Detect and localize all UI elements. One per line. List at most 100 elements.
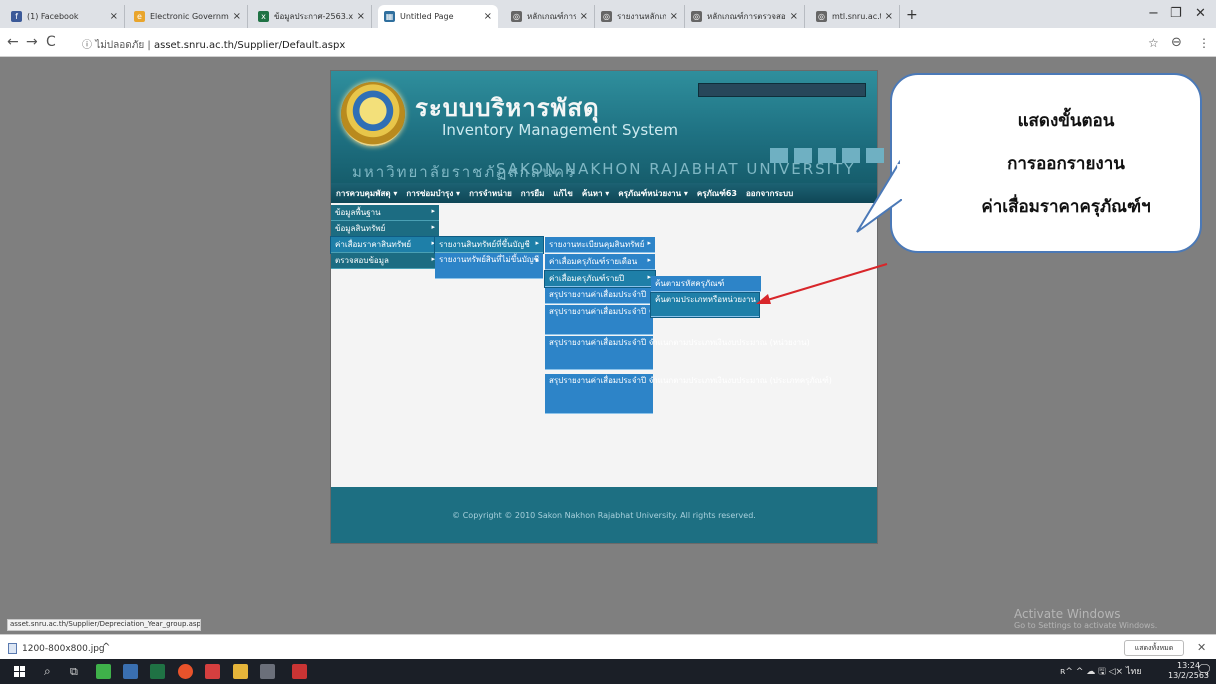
menu-item[interactable]: การจำหน่าย	[469, 187, 512, 200]
close-download-bar-button[interactable]: ✕	[1197, 641, 1206, 654]
menu-item[interactable]: การซ่อมบำรุง ▾	[406, 187, 460, 200]
browser-tab[interactable]: x ข้อมูลประกาศ-2563.xlsx ×	[252, 5, 372, 28]
pdf-reader-icon[interactable]	[205, 664, 220, 679]
menu-item-label: ค่าเสื่อมราคาสินทรัพย์	[335, 240, 412, 249]
url-field[interactable]: ⓘ ไม่ปลอดภัย | asset.snru.ac.th/Supplier…	[82, 36, 345, 53]
tab-favicon-icon: e	[134, 11, 145, 22]
tab-title: หลักเกณฑ์การตรวจสอบ	[527, 12, 576, 21]
tab-title: mtl.snru.ac.th/mainpage	[832, 12, 881, 21]
university-logo	[341, 82, 405, 146]
header-square	[794, 148, 812, 163]
window-close-button[interactable]: ✕	[1195, 6, 1206, 21]
tab-close-icon[interactable]: ×	[484, 11, 492, 22]
header-square	[770, 148, 788, 163]
calculator-icon[interactable]	[260, 664, 275, 679]
main-menu-bar: การควบคุมพัสดุ ▾ การซ่อมบำรุง ▾ การจำหน่าย…	[331, 183, 877, 203]
tab-title: หลักเกณฑ์การตรวจสอบ	[707, 12, 786, 21]
menu-item[interactable]: การยืม	[521, 187, 545, 200]
tab-favicon-icon: ▦	[384, 11, 395, 22]
tab-favicon-icon: ◎	[511, 11, 522, 22]
watermark-subtitle: Go to Settings to activate Windows.	[1014, 621, 1158, 630]
status-url: asset.snru.ac.th/Supplier/Depreciation_Y…	[7, 619, 201, 631]
system-tray[interactable]: ʀ^ ^ ☁ 🖫 ◁× ไทย	[1060, 664, 1142, 680]
excel-icon[interactable]	[150, 664, 165, 679]
task-view-icon[interactable]: ⧉	[70, 665, 78, 679]
menu-item-label: ค่าเสื่อมครุภัณฑ์รายเดือน	[549, 257, 638, 266]
callout-line-2: การออกรายงาน	[1007, 153, 1125, 174]
tab-close-icon[interactable]: ×	[233, 11, 241, 22]
submenu-arrow-icon: ▸	[647, 239, 651, 247]
dropdown-menu-item[interactable]: รายงานทะเบียนคุมสินทรัพย์ ▸	[545, 237, 655, 253]
dropdown-menu-item[interactable]: สรุปรายงานค่าเสื่อมประจำปี จำแนกตามประเภ…	[545, 305, 715, 335]
tab-favicon-icon: f	[11, 11, 22, 22]
tab-close-icon[interactable]: ×	[885, 11, 893, 22]
browser-tab[interactable]: ▦ Untitled Page ×	[378, 5, 498, 28]
maximize-button[interactable]: ❐	[1170, 6, 1182, 21]
browser-tab[interactable]: ◎ หลักเกณฑ์การตรวจสอบ ×	[505, 5, 595, 28]
tab-title: Electronic Government	[150, 12, 229, 21]
copyright-text: © Copyright © 2010 Sakon Nakhon Rajabhat…	[452, 510, 756, 520]
dropdown-menu-item[interactable]: สรุปรายงานค่าเสื่อมประจำปี จำแนกตามประเภ…	[545, 374, 832, 414]
dropdown-menu-item[interactable]: ค่าเสื่อมครุภัณฑ์รายเดือน ▸	[545, 254, 655, 270]
file-explorer-icon[interactable]	[233, 664, 248, 679]
menu-item[interactable]: ค้นหา ▾	[582, 187, 609, 200]
callout-tail	[856, 160, 902, 233]
dropdown-menu-item[interactable]: รายงานสินทรัพย์ที่ขึ้นบัญชี ▸	[434, 236, 544, 254]
app-icon[interactable]	[292, 664, 307, 679]
bookmark-star-icon[interactable]: ☆	[1148, 36, 1159, 50]
download-options-chevron-icon[interactable]: ^	[102, 642, 110, 653]
profile-icon[interactable]: ⊖	[1171, 35, 1182, 50]
dropdown-menu-item[interactable]: ค้นตามประเภทหรือหน่วยงาน	[650, 292, 760, 318]
browser-tab[interactable]: e Electronic Government ×	[128, 5, 248, 28]
tab-close-icon[interactable]: ×	[357, 11, 365, 22]
chrome-icon[interactable]	[178, 664, 193, 679]
dropdown-menu-item[interactable]: สรุปรายงานค่าเสื่อมประจำปี จำแนกตามประเภ…	[545, 336, 810, 370]
menu-item-label: รายงานทรัพย์สินที่ไม่ขึ้นบัญชี	[439, 255, 540, 264]
line-app-icon[interactable]	[96, 664, 111, 679]
browser-tab[interactable]: ◎ รายงานหลักเกณฑ์การ ×	[595, 5, 685, 28]
dropdown-menu-item[interactable]: ข้อมูลพื้นฐาน ▸	[331, 205, 439, 221]
menu-item[interactable]: ครุภัณฑ์63	[697, 187, 737, 200]
watermark-title: Activate Windows	[1014, 607, 1121, 621]
annotation-callout: แสดงขั้นตอน การออกรายงาน ค่าเสื่อมราคาคร…	[890, 73, 1202, 253]
tab-close-icon[interactable]: ×	[110, 11, 118, 22]
tab-favicon-icon: ◎	[816, 11, 827, 22]
search-icon[interactable]: ⌕	[44, 664, 51, 679]
windows-start-icon[interactable]	[14, 666, 26, 678]
new-tab-button[interactable]: +	[906, 7, 918, 23]
browser-tab[interactable]: f (1) Facebook ×	[5, 5, 125, 28]
notification-icon[interactable]: 🗨	[1196, 663, 1213, 678]
dropdown-menu-item[interactable]: ตรวจสอบข้อมูล ▸	[331, 253, 439, 269]
menu-icon[interactable]: ⋮	[1198, 36, 1210, 50]
browser-tab[interactable]: ◎ mtl.snru.ac.th/mainpage ×	[810, 5, 900, 28]
browser-tab[interactable]: ◎ หลักเกณฑ์การตรวจสอบ ×	[685, 5, 805, 28]
dropdown-menu-item[interactable]: ค่าเสื่อมครุภัณฑ์รายปี ▸	[544, 270, 656, 288]
tab-title: ข้อมูลประกาศ-2563.xlsx	[274, 12, 353, 21]
submenu-arrow-icon: ▸	[431, 223, 435, 231]
menu-item[interactable]: การควบคุมพัสดุ ▾	[336, 187, 397, 200]
menu-item[interactable]: ครุภัณฑ์หน่วยงาน ▾	[618, 187, 688, 200]
tab-favicon-icon: ◎	[601, 11, 612, 22]
callout-line-3: ค่าเสื่อมราคาครุภัณฑ์ฯ	[981, 196, 1151, 217]
menu-item[interactable]: ออกจากระบบ	[746, 187, 793, 200]
app-icon[interactable]	[123, 664, 138, 679]
forward-button[interactable]: →	[26, 34, 38, 50]
download-bar	[0, 634, 1216, 659]
dropdown-menu-item[interactable]: รายงานทรัพย์สินที่ไม่ขึ้นบัญชี ▸	[435, 253, 543, 279]
info-icon[interactable]: ⓘ	[82, 40, 92, 51]
show-all-downloads-button[interactable]: แสดงทั้งหมด	[1124, 640, 1184, 656]
tab-close-icon[interactable]: ×	[670, 11, 678, 22]
security-label: ไม่ปลอดภัย	[95, 40, 145, 51]
tab-close-icon[interactable]: ×	[790, 11, 798, 22]
tab-close-icon[interactable]: ×	[580, 11, 588, 22]
minimize-button[interactable]: −	[1148, 6, 1159, 21]
dropdown-menu-item[interactable]: ข้อมูลสินทรัพย์ ▸	[331, 221, 439, 237]
back-button[interactable]: ←	[7, 34, 19, 50]
submenu-arrow-icon: ▸	[431, 207, 435, 215]
dropdown-menu-item[interactable]: ค้นตามรหัสครุภัณฑ์	[651, 276, 761, 292]
reload-button[interactable]: C	[46, 34, 56, 50]
dropdown-menu-item[interactable]: สรุปรายงานค่าเสื่อมประจำปี	[545, 288, 653, 304]
dropdown-menu-item[interactable]: ค่าเสื่อมราคาสินทรัพย์ ▸	[330, 236, 440, 254]
menu-item[interactable]: แก้ไข	[553, 187, 573, 200]
download-file-name[interactable]: 1200-800x800.jpg	[22, 644, 105, 654]
